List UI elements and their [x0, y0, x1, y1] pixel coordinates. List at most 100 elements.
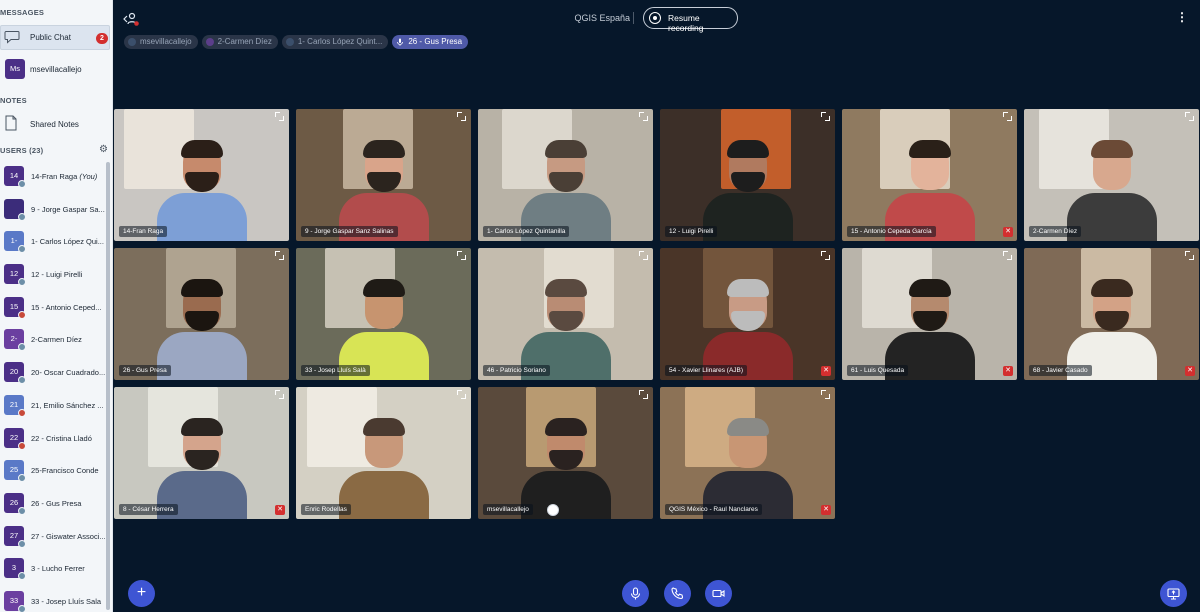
fullscreen-icon[interactable]	[821, 251, 830, 260]
fullscreen-icon[interactable]	[457, 390, 466, 399]
video-tile[interactable]: 54 - Xavier Llinares (AJB) ✕	[660, 248, 835, 380]
user-list-item[interactable]: 1- 1- Carlos López Qui...	[0, 231, 112, 264]
video-name-label[interactable]: 1- Carlos López Quintanilla	[483, 226, 570, 237]
talking-indicator-bar: msevillacallejo 2-Carmen Díez 1- Carlos Ló…	[124, 35, 469, 49]
plus-icon[interactable]: +	[128, 580, 155, 607]
user-list-item[interactable]: 33 33 - Josep Lluís Sala	[0, 590, 112, 612]
user-list-item[interactable]: 20 20- Oscar Cuadrado...	[0, 362, 112, 395]
shared-notes-item[interactable]: Shared Notes	[0, 113, 112, 135]
toggle-userlist-button[interactable]	[122, 10, 140, 28]
talker-chip[interactable]: msevillacallejo	[124, 35, 198, 49]
avatar: Ms	[5, 59, 25, 79]
screen-share-button[interactable]	[1160, 580, 1187, 607]
fullscreen-icon[interactable]	[1185, 112, 1194, 121]
talker-chip[interactable]: 1- Carlos López Quint...	[281, 35, 389, 49]
users-section-header: USERS (23) ⚙	[0, 145, 112, 156]
shared-notes-label: Shared Notes	[30, 120, 79, 129]
fullscreen-icon[interactable]	[457, 112, 466, 121]
fullscreen-icon[interactable]	[1003, 251, 1012, 260]
video-name-label[interactable]: 12 - Luigi Pirelli	[665, 226, 718, 237]
user-name: 15 - Antonio Ceped...	[31, 302, 102, 312]
participant-hair	[726, 140, 769, 158]
user-list-item[interactable]: 25 25-Francisco Conde	[0, 460, 112, 493]
video-tile[interactable]: Enric Rodellas	[296, 387, 471, 519]
camera-button[interactable]	[705, 580, 732, 607]
user-name: 20- Oscar Cuadrado...	[31, 368, 106, 378]
video-name-label[interactable]: 54 - Xavier Llinares (AJB)	[665, 365, 748, 376]
direct-chat-item[interactable]: Ms msevillacallejo	[0, 57, 112, 81]
video-tile[interactable]: 15 - Antonio Cepeda García ✕	[842, 109, 1017, 241]
video-tile[interactable]: msevillacallejo	[478, 387, 653, 519]
fullscreen-icon[interactable]	[821, 390, 830, 399]
video-tile[interactable]: 68 - Javier Casado ✕	[1024, 248, 1199, 380]
user-list-item[interactable]: 33 - Lucho Ferrer	[0, 558, 112, 591]
audio-status-icon	[18, 376, 26, 385]
video-name-label[interactable]: 68 - Javier Casado	[1029, 365, 1092, 376]
video-tile[interactable]: 46 - Patricio Soriano	[478, 248, 653, 380]
fullscreen-icon[interactable]	[639, 251, 648, 260]
leave-audio-button[interactable]	[664, 580, 691, 607]
video-tile[interactable]: 8 - César Herrera ✕	[114, 387, 289, 519]
fullscreen-icon[interactable]	[1003, 112, 1012, 121]
user-list-item[interactable]: 2- 2-Carmen Díez	[0, 329, 112, 362]
fullscreen-icon[interactable]	[275, 390, 284, 399]
public-chat-item[interactable]: Public Chat 2	[0, 25, 110, 50]
resume-recording-button[interactable]: Resume recording	[643, 7, 738, 33]
participant-hair	[544, 418, 587, 436]
fullscreen-icon[interactable]	[1185, 251, 1194, 260]
video-name-label[interactable]: 9 - Jorge Gaspar Sanz Salinas	[301, 226, 398, 237]
video-tile[interactable]: 1- Carlos López Quintanilla	[478, 109, 653, 241]
video-tile[interactable]: QGIS México - Raul Nanclares ✕	[660, 387, 835, 519]
video-tile[interactable]: 33 - Josep Lluís Salà	[296, 248, 471, 380]
user-list-item[interactable]: 15 15 - Antonio Ceped...	[0, 296, 112, 330]
more-vertical-icon[interactable]: ⋮	[1176, 10, 1188, 26]
fullscreen-icon[interactable]	[821, 112, 830, 121]
chat-bubble-icon	[4, 31, 20, 44]
user-list-item[interactable]: 9 - Jorge Gaspar Sa...	[0, 198, 112, 232]
user-list-item[interactable]: 21 21, Emilio Sánchez ...	[0, 394, 112, 428]
video-name-label[interactable]: 2-Carmen Díez	[1029, 226, 1082, 237]
video-name-label[interactable]: Enric Rodellas	[301, 504, 351, 515]
user-list-item[interactable]: 27 27 - Giswater Associ...	[0, 525, 112, 559]
screen-share-icon	[1167, 588, 1180, 600]
participant-beard	[730, 172, 765, 192]
gear-icon[interactable]: ⚙	[99, 145, 108, 155]
participant-beard	[548, 172, 583, 192]
user-list-item[interactable]: 22 22 - Cristina Lladó	[0, 427, 112, 461]
video-tile[interactable]: 61 - Luis Quesada ✕	[842, 248, 1017, 380]
user-list-item[interactable]: 26 26 - Gus Presa	[0, 492, 112, 526]
talker-chip[interactable]: 2-Carmen Díez	[201, 35, 278, 49]
video-name-label[interactable]: 14-Fran Raga	[119, 226, 168, 237]
video-tile[interactable]: 14-Fran Raga	[114, 109, 289, 241]
fullscreen-icon[interactable]	[639, 112, 648, 121]
video-tile[interactable]: 12 - Luigi Pirelli	[660, 109, 835, 241]
video-name-label[interactable]: 15 - Antonio Cepeda García	[847, 226, 936, 237]
video-tile[interactable]: 9 - Jorge Gaspar Sanz Salinas	[296, 109, 471, 241]
video-name-label[interactable]: 8 - César Herrera	[119, 504, 178, 515]
video-tile[interactable]: 2-Carmen Díez	[1024, 109, 1199, 241]
user-name: 1- Carlos López Qui...	[31, 237, 104, 247]
user-list-item[interactable]: 14 14-Fran Raga (You)	[0, 166, 112, 199]
video-name-label[interactable]: 46 - Patricio Soriano	[483, 365, 550, 376]
microphone-button[interactable]	[622, 580, 649, 607]
fullscreen-icon[interactable]	[639, 390, 648, 399]
participant-hair	[180, 279, 223, 297]
talker-chip[interactable]: 26 - Gus Presa	[392, 35, 469, 49]
video-name-label[interactable]: 33 - Josep Lluís Salà	[301, 365, 370, 376]
fullscreen-icon[interactable]	[457, 251, 466, 260]
participant-body	[520, 471, 611, 519]
video-name-label[interactable]: 26 - Gus Presa	[119, 365, 171, 376]
participant-hair	[362, 140, 405, 158]
fullscreen-icon[interactable]	[275, 112, 284, 121]
audio-status-icon	[18, 278, 26, 287]
user-list-item[interactable]: 12 12 - Luigi Pirelli	[0, 264, 112, 297]
user-name: 21, Emilio Sánchez ...	[31, 400, 104, 410]
sidebar-scrollbar[interactable]	[106, 162, 110, 610]
video-name-label[interactable]: msevillacallejo	[483, 504, 533, 515]
video-name-label[interactable]: QGIS México - Raul Nanclares	[665, 504, 762, 515]
video-tile[interactable]: 26 - Gus Presa	[114, 248, 289, 380]
fullscreen-icon[interactable]	[275, 251, 284, 260]
camera-settings-icon[interactable]	[547, 504, 559, 516]
muted-mic-icon: ✕	[821, 366, 831, 376]
video-name-label[interactable]: 61 - Luis Quesada	[847, 365, 909, 376]
